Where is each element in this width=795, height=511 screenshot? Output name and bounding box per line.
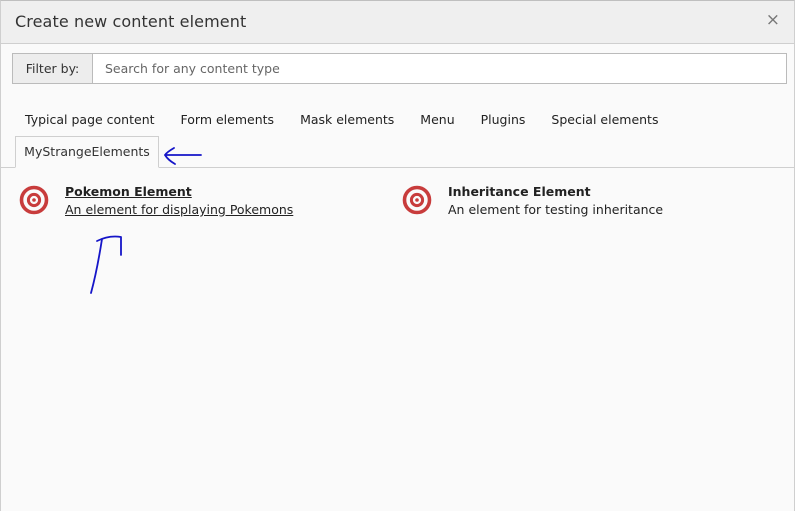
content-element-inheritance[interactable]: Inheritance Element An element for testi… xyxy=(402,184,663,220)
content-element-pokemon[interactable]: Pokemon Element An element for displayin… xyxy=(19,184,293,220)
tab-form-elements[interactable]: Form elements xyxy=(168,105,288,135)
tab-mystrangeelements[interactable]: MyStrangeElements xyxy=(15,136,159,168)
tab-plugins[interactable]: Plugins xyxy=(468,105,539,135)
tab-special-elements[interactable]: Special elements xyxy=(538,105,671,135)
tab-bar: Typical page content Form elements Mask … xyxy=(12,105,671,135)
tab-mask-elements[interactable]: Mask elements xyxy=(287,105,407,135)
content-element-title: Pokemon Element xyxy=(65,184,192,199)
content-element-description: An element for displaying Pokemons xyxy=(65,202,294,217)
tab-bar-row-2: MyStrangeElements xyxy=(1,136,794,168)
content-element-description: An element for testing inheritance xyxy=(448,202,664,217)
dialog-title: Create new content element xyxy=(15,12,247,31)
target-icon xyxy=(402,185,432,215)
filter-label: Filter by: xyxy=(12,53,92,84)
target-icon xyxy=(19,185,49,215)
search-input[interactable] xyxy=(92,53,787,84)
create-content-element-dialog: Create new content element × Filter by: … xyxy=(0,0,795,511)
annotation-arrow-up xyxy=(90,235,122,294)
filter-bar: Filter by: xyxy=(12,53,787,84)
close-icon[interactable]: × xyxy=(766,10,780,30)
content-element-title: Inheritance Element xyxy=(448,184,591,199)
tab-menu[interactable]: Menu xyxy=(407,105,467,135)
tab-typical-page-content[interactable]: Typical page content xyxy=(12,105,168,135)
dialog-header: Create new content element × xyxy=(1,1,794,44)
content-element-text: Inheritance Element An element for testi… xyxy=(448,184,663,220)
content-element-text: Pokemon Element An element for displayin… xyxy=(65,184,293,220)
